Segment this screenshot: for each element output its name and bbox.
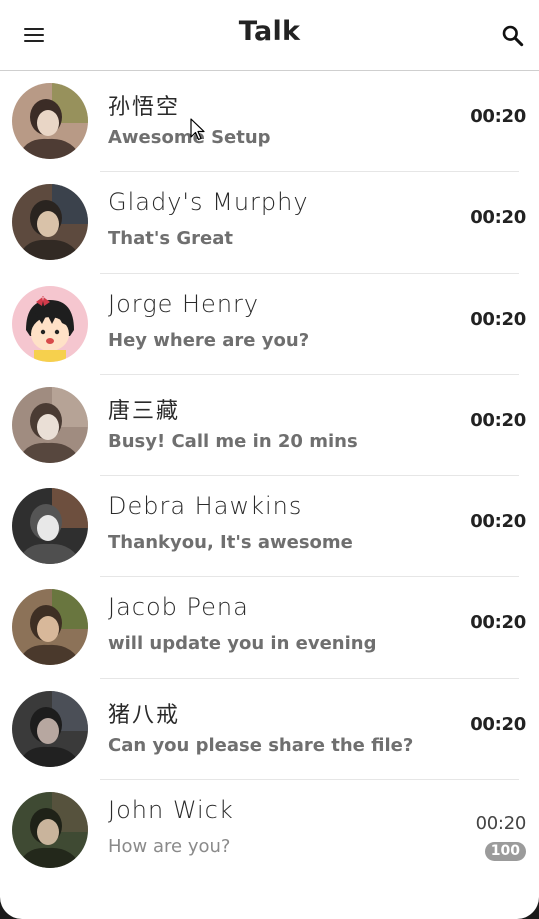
chat-list-item[interactable]: Glady's Murphy That's Great 00:20: [0, 172, 539, 274]
last-message: Hey where are you?: [108, 329, 310, 351]
avatar[interactable]: [12, 690, 88, 767]
message-time: 00:20: [470, 511, 526, 533]
contact-name: 孙悟空: [108, 95, 181, 120]
unread-count-badge: 100: [484, 842, 526, 862]
avatar-cartoon-image: [12, 285, 88, 362]
chat-list-item[interactable]: John Wick How are you? 00:20 100: [0, 780, 539, 881]
chat-list: 孙悟空 Awesome Setup 00:20 Glady's Murphy That'…: [0, 71, 539, 881]
avatar[interactable]: [12, 589, 88, 666]
avatar[interactable]: [12, 488, 88, 565]
contact-name: 唐三藏: [108, 398, 181, 424]
avatar[interactable]: [12, 184, 88, 261]
message-time: 00:20: [470, 409, 526, 431]
message-time: 00:20: [470, 106, 526, 127]
chat-list-item[interactable]: Debra Hawkins Thankyou, It's awesome 00:20: [0, 476, 539, 578]
app-bar: Talk: [0, 0, 539, 71]
contact-name: Debra Hawkins: [108, 492, 303, 521]
message-time: 00:20: [470, 207, 526, 229]
chat-list-item[interactable]: Jacob Pena will update you in evening 00:2…: [0, 577, 539, 679]
last-message: will update you in evening: [108, 633, 377, 655]
avatar[interactable]: [12, 285, 88, 362]
avatar[interactable]: [12, 792, 88, 869]
last-message: Can you please share the file?: [108, 734, 414, 756]
avatar[interactable]: [12, 83, 88, 159]
avatar-photo-image: [12, 184, 88, 261]
chat-list-item[interactable]: 唐三藏 Busy! Call me in 20 mins 00:20: [0, 375, 539, 477]
app-title: Talk: [238, 16, 301, 47]
last-message: Busy! Call me in 20 mins: [108, 430, 358, 452]
mouse-cursor-icon: [190, 118, 205, 141]
chat-list-item[interactable]: Jorge Henry Hey where are you? 00:20: [0, 274, 539, 375]
contact-name: 猪八戒: [108, 702, 181, 728]
chat-list-item[interactable]: 猪八戒 Can you please share the file? 00:20: [0, 679, 539, 781]
chat-list-item[interactable]: 孙悟空 Awesome Setup 00:20: [0, 71, 539, 173]
contact-name: Jorge Henry: [108, 289, 260, 318]
search-icon[interactable]: [500, 23, 526, 49]
message-time: 00:20: [470, 713, 526, 735]
message-time: 00:20: [475, 813, 527, 835]
contact-name: John Wick: [108, 796, 234, 825]
avatar[interactable]: [12, 386, 88, 463]
last-message: How are you?: [108, 836, 231, 858]
avatar-photo-image: [12, 792, 88, 869]
last-message: That's Great: [108, 228, 233, 250]
contact-name: Jacob Pena: [108, 593, 249, 622]
avatar-photo-image: [12, 488, 88, 565]
last-message: Thankyou, It's awesome: [108, 532, 353, 554]
contact-name: Glady's Murphy: [108, 188, 309, 217]
avatar-photo-image: [12, 589, 88, 666]
avatar-photo-image: [12, 386, 88, 463]
avatar-photo-image: [12, 83, 88, 159]
message-time: 00:20: [470, 612, 526, 634]
message-time: 00:20: [470, 308, 526, 330]
avatar-photo-image: [12, 690, 88, 767]
chat-list-screen: Talk 孙悟空 Awesome Setup 00:20 Glady's Murphy…: [0, 0, 539, 919]
